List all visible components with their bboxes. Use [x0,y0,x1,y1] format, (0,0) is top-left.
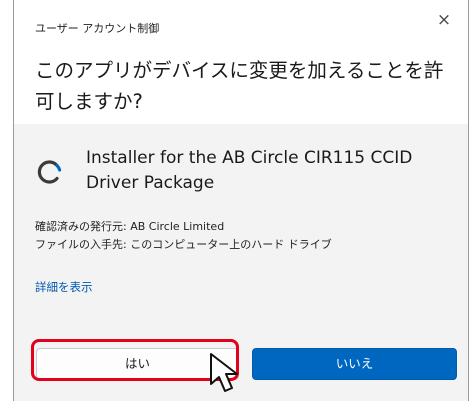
no-button[interactable]: いいえ [252,348,457,380]
close-icon[interactable]: × [434,10,454,30]
show-details-link[interactable]: 詳細を表示 [35,279,93,295]
dialog-header: ユーザー アカウント制御 × このアプリがデバイスに変更を加えることを許可します… [14,0,468,124]
file-origin-info: ファイルの入手先: このコンピューター上のハード ドライブ [35,238,332,251]
yes-button[interactable]: はい [36,348,239,380]
installer-spinner-icon [37,160,62,184]
app-name: Installer for the AB Circle CIR115 CCID … [86,148,413,193]
dialog-caption: ユーザー アカウント制御 [35,22,160,35]
dialog-question: このアプリがデバイスに変更を加えることを許可しますか? [35,59,444,113]
uac-dialog: ユーザー アカウント制御 × このアプリがデバイスに変更を加えることを許可します… [13,0,469,401]
dialog-footer: はい いいえ [14,336,468,401]
publisher-info: 確認済みの発行元: AB Circle Limited [35,220,225,233]
